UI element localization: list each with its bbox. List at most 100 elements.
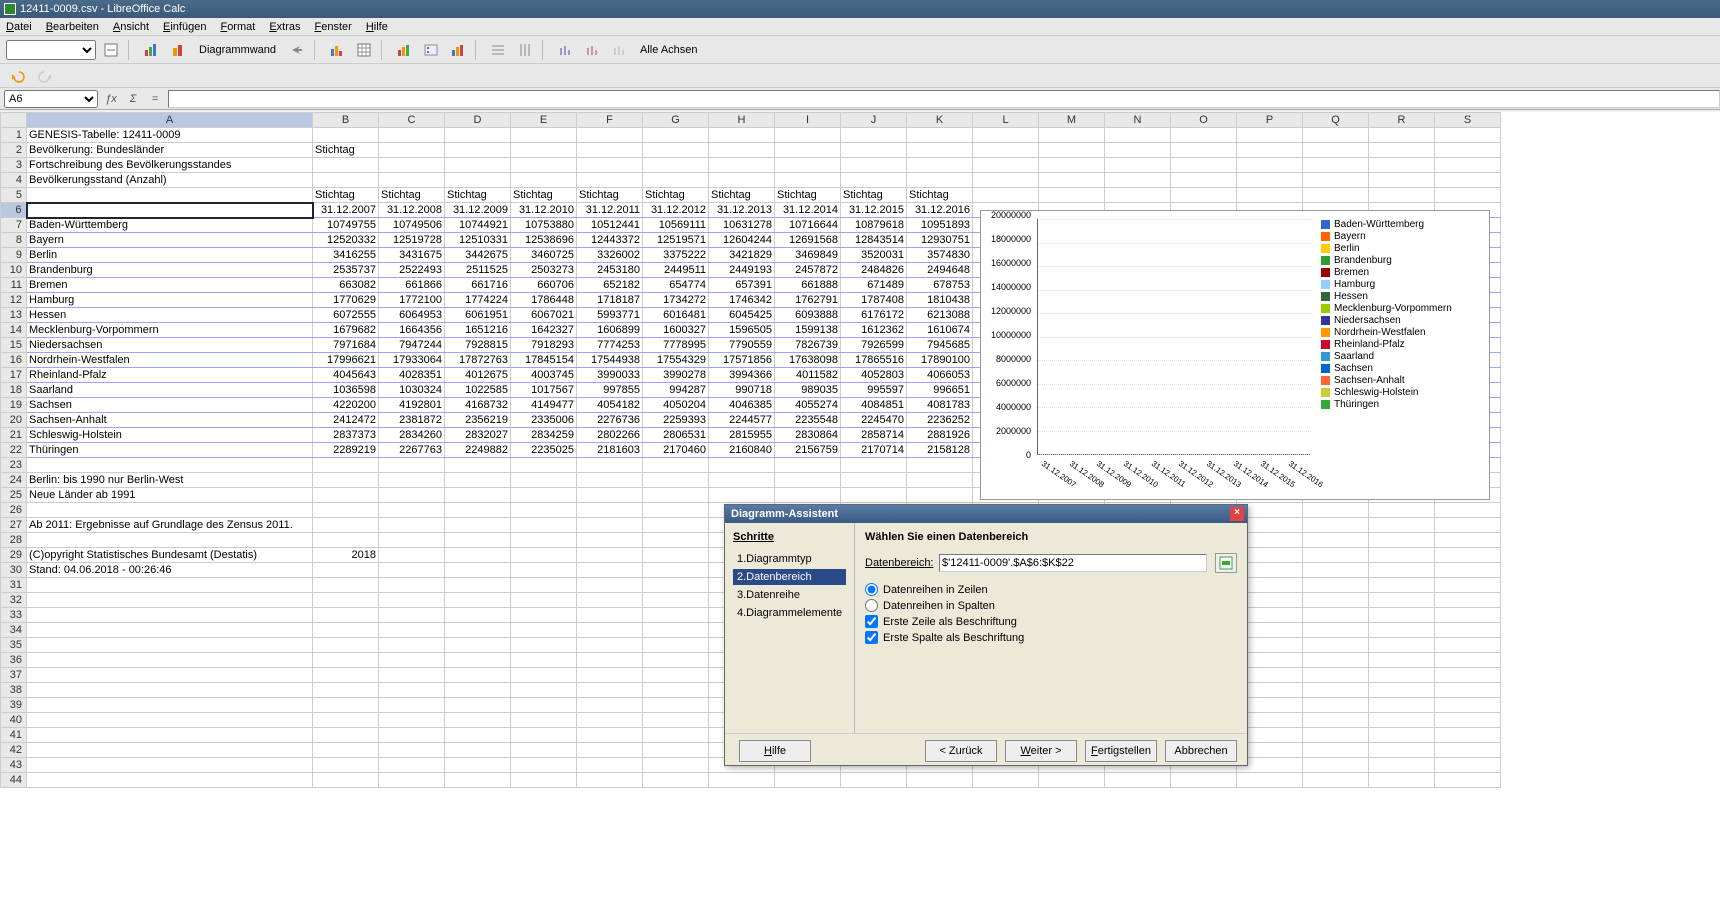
cell[interactable]: 657391 xyxy=(709,278,775,293)
cell[interactable]: 10716644 xyxy=(775,218,841,233)
cell[interactable] xyxy=(1105,143,1171,158)
cell[interactable] xyxy=(577,668,643,683)
cell[interactable] xyxy=(577,488,643,503)
cell[interactable]: 4055274 xyxy=(775,398,841,413)
cell[interactable] xyxy=(445,128,511,143)
cell[interactable]: Sachsen xyxy=(27,398,313,413)
cell[interactable] xyxy=(313,758,379,773)
menu-ansicht[interactable]: Ansicht xyxy=(113,21,149,33)
cell[interactable] xyxy=(511,128,577,143)
cell[interactable]: 671489 xyxy=(841,278,907,293)
row-header-19[interactable]: 19 xyxy=(1,398,27,413)
cell[interactable]: 995597 xyxy=(841,383,907,398)
cell[interactable]: 660706 xyxy=(511,278,577,293)
cell[interactable] xyxy=(445,698,511,713)
cell[interactable] xyxy=(709,473,775,488)
cell[interactable] xyxy=(1303,503,1369,518)
cell[interactable] xyxy=(643,758,709,773)
cell[interactable] xyxy=(313,683,379,698)
menu-fenster[interactable]: Fenster xyxy=(315,21,352,33)
cell[interactable] xyxy=(1369,698,1435,713)
cell[interactable] xyxy=(313,563,379,578)
cell[interactable]: 7774253 xyxy=(577,338,643,353)
cell[interactable] xyxy=(511,773,577,788)
cell[interactable] xyxy=(27,533,313,548)
cell[interactable] xyxy=(775,128,841,143)
menu-format[interactable]: Format xyxy=(220,21,255,33)
cell[interactable]: 2806531 xyxy=(643,428,709,443)
cell[interactable]: 1036598 xyxy=(313,383,379,398)
cell[interactable] xyxy=(313,743,379,758)
cell[interactable] xyxy=(1369,668,1435,683)
cell[interactable]: 2244577 xyxy=(709,413,775,428)
cell[interactable] xyxy=(511,683,577,698)
cell[interactable] xyxy=(577,128,643,143)
cell[interactable] xyxy=(907,773,973,788)
cell[interactable]: 4050204 xyxy=(643,398,709,413)
column-header-N[interactable]: N xyxy=(1105,113,1171,128)
cell[interactable] xyxy=(379,173,445,188)
cell[interactable]: 17554329 xyxy=(643,353,709,368)
cell[interactable] xyxy=(27,578,313,593)
cell[interactable]: Stichtag xyxy=(907,188,973,203)
column-header-B[interactable]: B xyxy=(313,113,379,128)
cell[interactable]: 2457872 xyxy=(775,263,841,278)
cell[interactable] xyxy=(577,473,643,488)
cell[interactable] xyxy=(1303,173,1369,188)
row-header-42[interactable]: 42 xyxy=(1,743,27,758)
row-header-40[interactable]: 40 xyxy=(1,713,27,728)
cell[interactable]: Schleswig-Holstein xyxy=(27,428,313,443)
row-header-16[interactable]: 16 xyxy=(1,353,27,368)
cell[interactable]: 2170460 xyxy=(643,443,709,458)
row-header-14[interactable]: 14 xyxy=(1,323,27,338)
cell[interactable] xyxy=(643,578,709,593)
cell[interactable]: 2511525 xyxy=(445,263,511,278)
data-series-rows-radio[interactable] xyxy=(865,583,878,596)
cell[interactable] xyxy=(511,608,577,623)
cell[interactable] xyxy=(577,548,643,563)
cell[interactable] xyxy=(577,158,643,173)
cell[interactable]: 2881926 xyxy=(907,428,973,443)
cell[interactable] xyxy=(27,638,313,653)
cell[interactable]: 17872763 xyxy=(445,353,511,368)
cell[interactable]: 3421829 xyxy=(709,248,775,263)
cell[interactable]: Nordrhein-Westfalen xyxy=(27,353,313,368)
cell[interactable]: 2449511 xyxy=(643,263,709,278)
cell[interactable] xyxy=(27,623,313,638)
cell[interactable]: 4084851 xyxy=(841,398,907,413)
cell[interactable] xyxy=(27,683,313,698)
cell[interactable] xyxy=(709,173,775,188)
cell[interactable]: Stichtag xyxy=(313,143,379,158)
cell[interactable] xyxy=(1039,173,1105,188)
cell[interactable]: 1774224 xyxy=(445,293,511,308)
cell[interactable] xyxy=(313,728,379,743)
cell[interactable] xyxy=(379,668,445,683)
cell[interactable]: 2018 xyxy=(313,548,379,563)
cell[interactable] xyxy=(1369,713,1435,728)
equals-icon[interactable]: = xyxy=(146,90,164,108)
cell[interactable] xyxy=(577,143,643,158)
cell[interactable] xyxy=(643,683,709,698)
cell[interactable] xyxy=(379,473,445,488)
cell[interactable]: 663082 xyxy=(313,278,379,293)
cell[interactable] xyxy=(1303,743,1369,758)
cell[interactable]: 6093888 xyxy=(775,308,841,323)
cell[interactable]: Stichtag xyxy=(445,188,511,203)
cell[interactable] xyxy=(1303,143,1369,158)
cell[interactable]: Brandenburg xyxy=(27,263,313,278)
cell[interactable] xyxy=(511,728,577,743)
column-header-C[interactable]: C xyxy=(379,113,445,128)
cell[interactable]: 1596505 xyxy=(709,323,775,338)
cell[interactable]: 1810438 xyxy=(907,293,973,308)
cell[interactable]: Bremen xyxy=(27,278,313,293)
cell[interactable]: 10744921 xyxy=(445,218,511,233)
row-header-1[interactable]: 1 xyxy=(1,128,27,143)
cell[interactable] xyxy=(511,578,577,593)
finish-button[interactable]: Fertigstellen xyxy=(1085,740,1157,762)
cell[interactable] xyxy=(907,173,973,188)
cell[interactable] xyxy=(973,128,1039,143)
cell[interactable] xyxy=(1435,188,1501,203)
cell[interactable] xyxy=(907,488,973,503)
cell[interactable] xyxy=(313,773,379,788)
redo-icon[interactable] xyxy=(33,64,57,88)
